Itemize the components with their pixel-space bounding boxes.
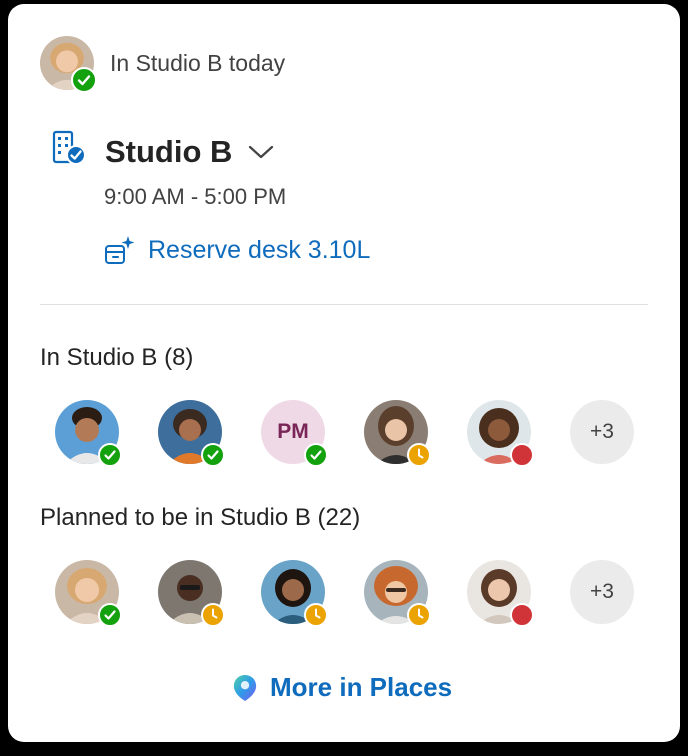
more-people-button[interactable]: +3 (570, 560, 634, 624)
status-available-icon (71, 67, 97, 93)
person-avatar[interactable] (364, 560, 431, 627)
location-card: In Studio B today Studio B 9:00 AM - 5:0… (8, 4, 680, 742)
status-busy-icon (510, 443, 534, 467)
status-text: In Studio B today (110, 49, 286, 76)
reserve-desk-label: Reserve desk 3.10L (148, 235, 371, 264)
status-away-icon (407, 603, 431, 627)
people-row-in-studio: PM +3 (55, 400, 634, 467)
status-available-icon (98, 443, 122, 467)
section-title-planned: Planned to be in Studio B (22) (40, 504, 361, 531)
more-people-count: +3 (570, 560, 634, 624)
more-people-count: +3 (570, 400, 634, 464)
person-avatar[interactable] (467, 560, 534, 627)
person-avatar[interactable] (158, 400, 225, 467)
places-location-icon (233, 674, 257, 701)
status-available-icon (304, 443, 328, 467)
person-avatar[interactable] (467, 400, 534, 467)
building-icon (52, 130, 86, 165)
section-title-in-studio: In Studio B (8) (40, 344, 194, 371)
my-avatar[interactable] (40, 36, 97, 93)
more-in-places-label: More in Places (270, 672, 453, 702)
status-away-icon (201, 603, 225, 627)
person-avatar[interactable] (261, 560, 328, 627)
person-avatar[interactable] (55, 560, 122, 627)
person-avatar[interactable] (158, 560, 225, 627)
people-row-planned: +3 (55, 560, 634, 627)
person-avatar[interactable] (364, 400, 431, 467)
person-avatar[interactable] (55, 400, 122, 467)
desk-sparkle-icon (105, 236, 135, 264)
status-available-icon (98, 603, 122, 627)
person-avatar-initials[interactable]: PM (261, 400, 328, 467)
divider (40, 304, 648, 305)
header: In Studio B today (40, 36, 286, 93)
status-away-icon (304, 603, 328, 627)
location-selector[interactable]: Studio B (105, 130, 274, 174)
chevron-down-icon[interactable] (248, 144, 274, 160)
office-hours: 9:00 AM - 5:00 PM (104, 184, 287, 209)
location-name: Studio B (105, 134, 233, 169)
reserve-desk-link[interactable]: Reserve desk 3.10L (104, 234, 370, 266)
status-available-icon (201, 443, 225, 467)
more-people-button[interactable]: +3 (570, 400, 634, 464)
status-away-icon (407, 443, 431, 467)
more-in-places-link[interactable]: More in Places (232, 672, 452, 703)
status-busy-icon (510, 603, 534, 627)
